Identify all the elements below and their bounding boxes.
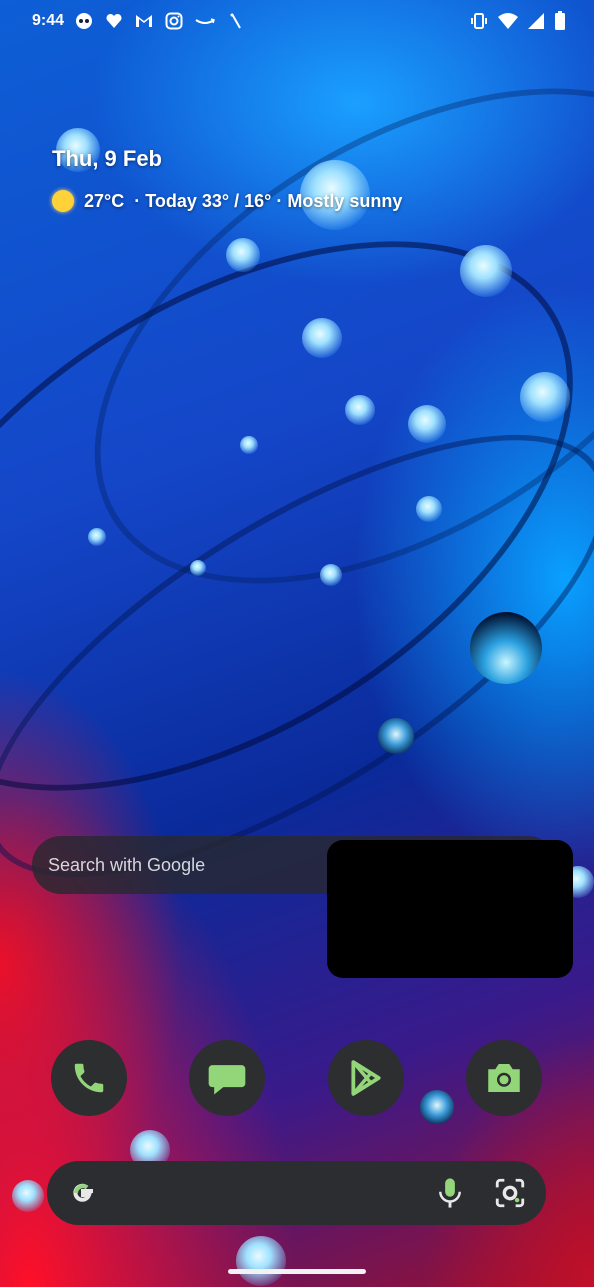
notification-icons	[74, 11, 246, 31]
dock-app-camera[interactable]	[466, 1040, 542, 1116]
microphone-icon[interactable]	[435, 1176, 465, 1210]
home-indicator[interactable]	[228, 1269, 366, 1274]
instagram-icon	[165, 12, 183, 30]
system-icons	[470, 11, 566, 31]
dock-app-play-store[interactable]	[328, 1040, 404, 1116]
dock	[0, 1040, 594, 1116]
wifi-icon	[498, 13, 518, 29]
glance-weather[interactable]: 27°C · Today 33° / 16° · Mostly sunny	[52, 190, 402, 212]
glance-forecast: · Today 33° / 16° · Mostly sunny	[134, 190, 403, 211]
google-g-icon[interactable]	[67, 1177, 99, 1209]
dock-app-messages[interactable]	[189, 1040, 265, 1116]
messages-icon	[208, 1065, 246, 1095]
redacted-widget	[327, 840, 573, 978]
chrome-remote-icon	[76, 13, 92, 29]
glance-date[interactable]: Thu, 9 Feb	[52, 146, 162, 172]
battery-icon	[555, 11, 565, 30]
google-search-bar[interactable]	[47, 1161, 546, 1225]
dock-app-phone[interactable]	[51, 1040, 127, 1116]
status-bar: 9:44	[0, 0, 594, 46]
glance-temperature: 27°C	[84, 190, 125, 211]
camera-icon	[488, 1064, 520, 1092]
amazon-icon	[195, 18, 215, 24]
signal-icon	[528, 13, 544, 29]
lens-icon[interactable]	[493, 1176, 527, 1210]
vibrate-icon	[471, 13, 487, 29]
play-store-icon	[351, 1060, 381, 1096]
heart-icon	[106, 13, 122, 28]
slash-icon	[230, 13, 241, 29]
search-widget-placeholder: Search with Google	[48, 854, 206, 875]
status-time: 9:44	[32, 12, 65, 29]
phone-icon	[74, 1063, 104, 1093]
sun-icon	[52, 190, 74, 212]
gmail-icon	[136, 15, 152, 27]
